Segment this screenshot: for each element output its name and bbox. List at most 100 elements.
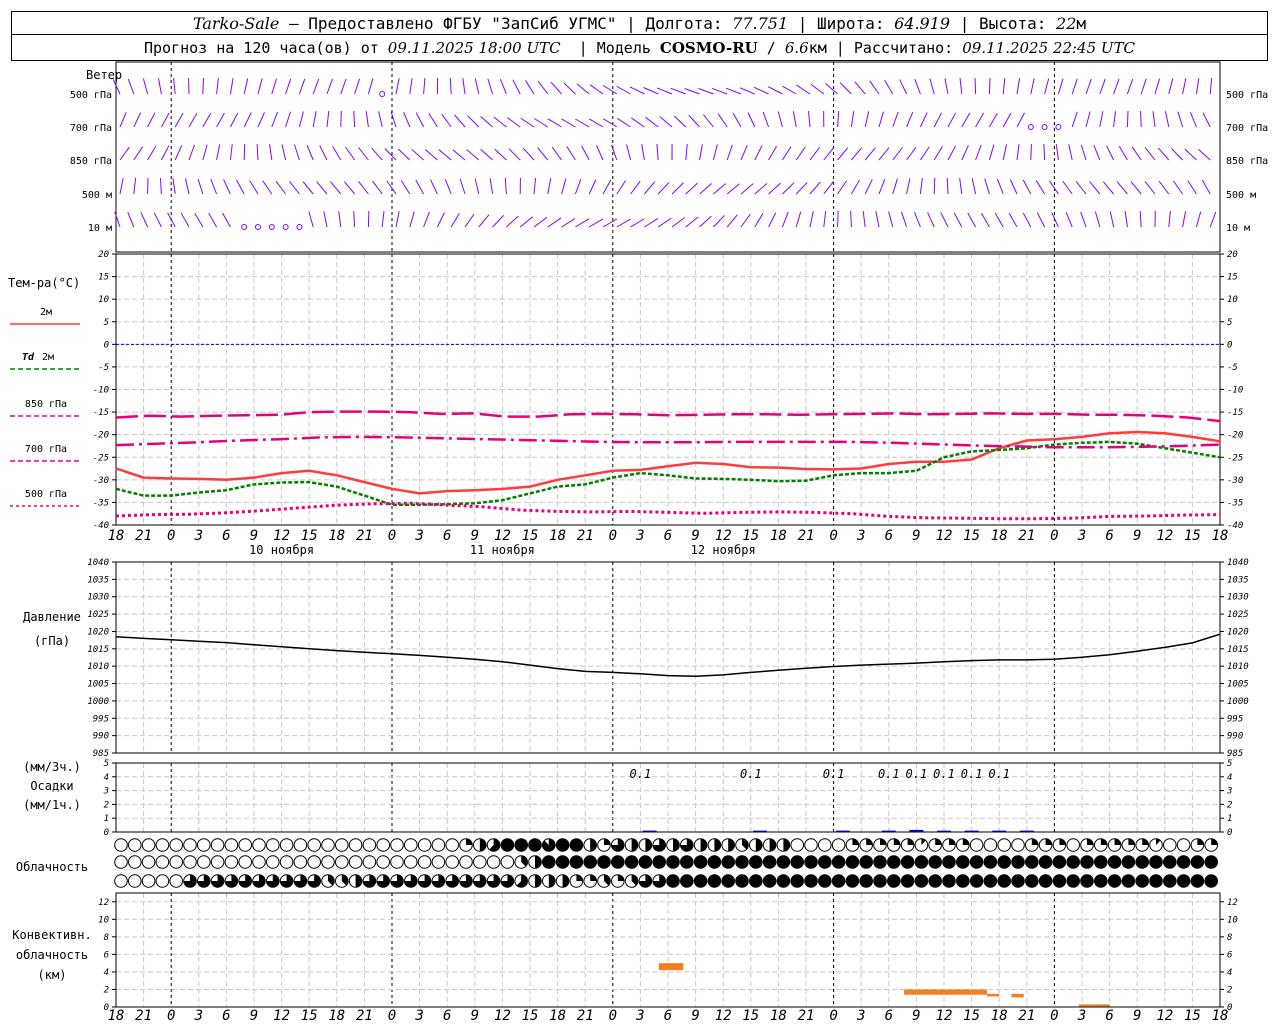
- wind-barb: [1002, 144, 1007, 161]
- cloud-fill: [694, 874, 707, 888]
- wind-barb: [1099, 78, 1106, 95]
- cloud-fill: [1114, 838, 1121, 845]
- conv-cloud-bar: [658, 963, 684, 971]
- wind-frame: [115, 61, 1221, 253]
- cloud-fill: [777, 874, 790, 888]
- wind-barb: [1062, 180, 1073, 195]
- temp-xtick-label: 15: [1184, 528, 1201, 544]
- cloud-fill: [873, 855, 887, 869]
- temp-xtick-label: 6: [885, 528, 893, 544]
- pressure-ytick-label: 1020: [1227, 627, 1249, 637]
- wind-barb: [467, 115, 480, 128]
- cloud-fill: [1142, 838, 1149, 845]
- conv-xtick-label: 0: [829, 1008, 837, 1024]
- pressure-ytick-label: 1035: [87, 575, 109, 585]
- cloud-circle: [997, 838, 1012, 852]
- cloud-fill: [617, 874, 625, 881]
- temp-ytick-label: 5: [1227, 318, 1232, 328]
- wind-barb: [1126, 110, 1129, 128]
- cloud-fill: [887, 855, 901, 869]
- wind-barb: [323, 211, 328, 228]
- wind-barb: [466, 149, 480, 161]
- cloud-fill: [556, 838, 569, 852]
- wind-barb: [975, 144, 982, 161]
- wind-barb: [906, 178, 911, 195]
- wind-level-label: 850 гПа: [70, 156, 112, 167]
- wind-barb: [643, 87, 659, 95]
- wind-barb: [1030, 143, 1032, 161]
- wind-barb: [561, 217, 576, 228]
- cloud-fill: [763, 855, 776, 869]
- cloud-fill: [645, 838, 652, 852]
- wind-barb: [1030, 78, 1035, 95]
- conv-xtick-label: 9: [471, 1008, 479, 1024]
- cloud-fill: [1149, 874, 1163, 888]
- date-label: 10 ноября: [249, 543, 314, 557]
- conv-xtick-label: 0: [609, 1008, 617, 1024]
- cloud-fill: [570, 855, 583, 869]
- cloud-fill: [1053, 874, 1066, 888]
- wind-barb: [1002, 112, 1012, 128]
- wind-barb: [397, 148, 411, 161]
- precip-amount-label: 0.1: [878, 767, 900, 781]
- wind-barb: [740, 145, 748, 161]
- pressure-unit: (гПа): [34, 634, 70, 648]
- wind-barb: [953, 212, 963, 228]
- cloud-fill: [804, 874, 818, 888]
- wind-barb: [581, 145, 590, 161]
- wind-barb: [1144, 181, 1156, 195]
- cloud-fill: [1011, 855, 1025, 869]
- cloud-circle: [279, 855, 294, 869]
- wind-barb: [596, 145, 604, 161]
- wind-barb: [474, 178, 480, 195]
- wind-barb: [901, 211, 908, 228]
- conv-cloud-bar: [904, 989, 987, 995]
- temp-xtick-label: 15: [301, 528, 318, 544]
- wind-barb: [1140, 110, 1142, 128]
- cloud-fill: [501, 838, 514, 852]
- wind-barb: [1157, 147, 1170, 161]
- wind-barb: [630, 180, 641, 195]
- cloud-fill: [652, 855, 666, 869]
- cloud-circle: [141, 855, 156, 869]
- cloud-circle: [404, 855, 418, 869]
- conv-xtick-label: 9: [691, 1008, 699, 1024]
- cloud-fill: [832, 874, 845, 888]
- precip-bar: [642, 830, 657, 832]
- conv-label: облачность: [16, 948, 88, 962]
- cloud-fill: [1135, 855, 1149, 869]
- wind-barb: [768, 145, 778, 161]
- wind-barb: [1164, 111, 1170, 128]
- wind-barb: [428, 113, 438, 128]
- wind-barb: [616, 85, 631, 95]
- conv-xtick-label: 21: [798, 1008, 815, 1024]
- wind-barb: [464, 213, 475, 228]
- wind-barb: [576, 83, 590, 95]
- cloud-fill: [604, 838, 611, 845]
- pressure-ytick-label: 1025: [1227, 610, 1249, 620]
- wind-barb: [1195, 211, 1202, 228]
- wind-barb: [685, 144, 688, 161]
- wind-barb: [961, 145, 969, 161]
- conv-ytick-label: 6: [1227, 950, 1232, 960]
- temp-ytick-label: -5: [1227, 363, 1238, 373]
- wind-barb: [400, 180, 411, 195]
- temp-ytick-label: 0: [1227, 340, 1232, 350]
- cloud-circle: [183, 838, 197, 852]
- cloud-circle: [1011, 838, 1025, 852]
- wind-barb: [424, 149, 438, 161]
- wind-barb: [739, 87, 755, 95]
- wind-barb: [330, 181, 342, 195]
- temp-xtick-label: 6: [664, 528, 672, 544]
- pressure-ytick-label: 985: [1227, 749, 1243, 759]
- cloud-fill: [1191, 855, 1204, 869]
- wind-barb: [506, 215, 519, 228]
- cloud-fill: [1100, 838, 1108, 845]
- cloud-circle: [224, 838, 239, 852]
- cloud-fill: [1059, 838, 1066, 845]
- wind-barb: [415, 112, 425, 128]
- wind-barb: [914, 78, 921, 95]
- precip-ytick-label: 2: [1227, 800, 1232, 810]
- cloud-fill: [928, 855, 942, 869]
- wind-barb: [367, 78, 374, 95]
